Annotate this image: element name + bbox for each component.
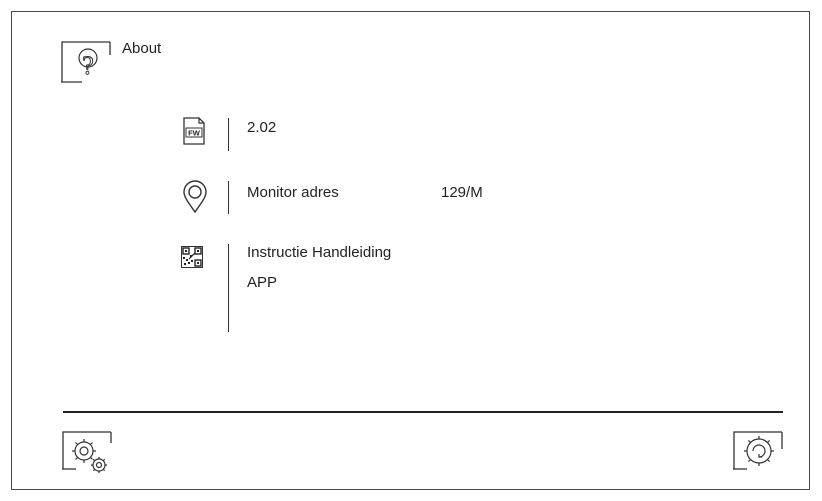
help-icon: ? — [61, 41, 111, 83]
page-title: About — [122, 40, 162, 57]
app-label[interactable]: APP — [247, 274, 277, 291]
settings-icon — [62, 431, 112, 473]
firmware-version: 2.02 — [247, 119, 277, 136]
location-pin-icon — [182, 180, 208, 219]
qr-code-icon[interactable] — [181, 246, 203, 273]
monitor-address-value: 129/M — [441, 184, 483, 201]
svg-text:FW: FW — [188, 129, 201, 138]
settings-button[interactable] — [62, 431, 114, 482]
separator — [228, 118, 229, 151]
fw-icon: FW — [182, 117, 206, 150]
monitor-address-label: Monitor adres — [247, 184, 339, 201]
refresh-settings-button[interactable] — [733, 431, 785, 476]
manual-label[interactable]: Instructie Handleiding — [247, 244, 391, 261]
separator — [228, 244, 229, 332]
separator — [228, 181, 229, 214]
footer-divider — [63, 411, 783, 413]
refresh-settings-icon — [733, 431, 783, 470]
screen-frame — [11, 11, 810, 490]
